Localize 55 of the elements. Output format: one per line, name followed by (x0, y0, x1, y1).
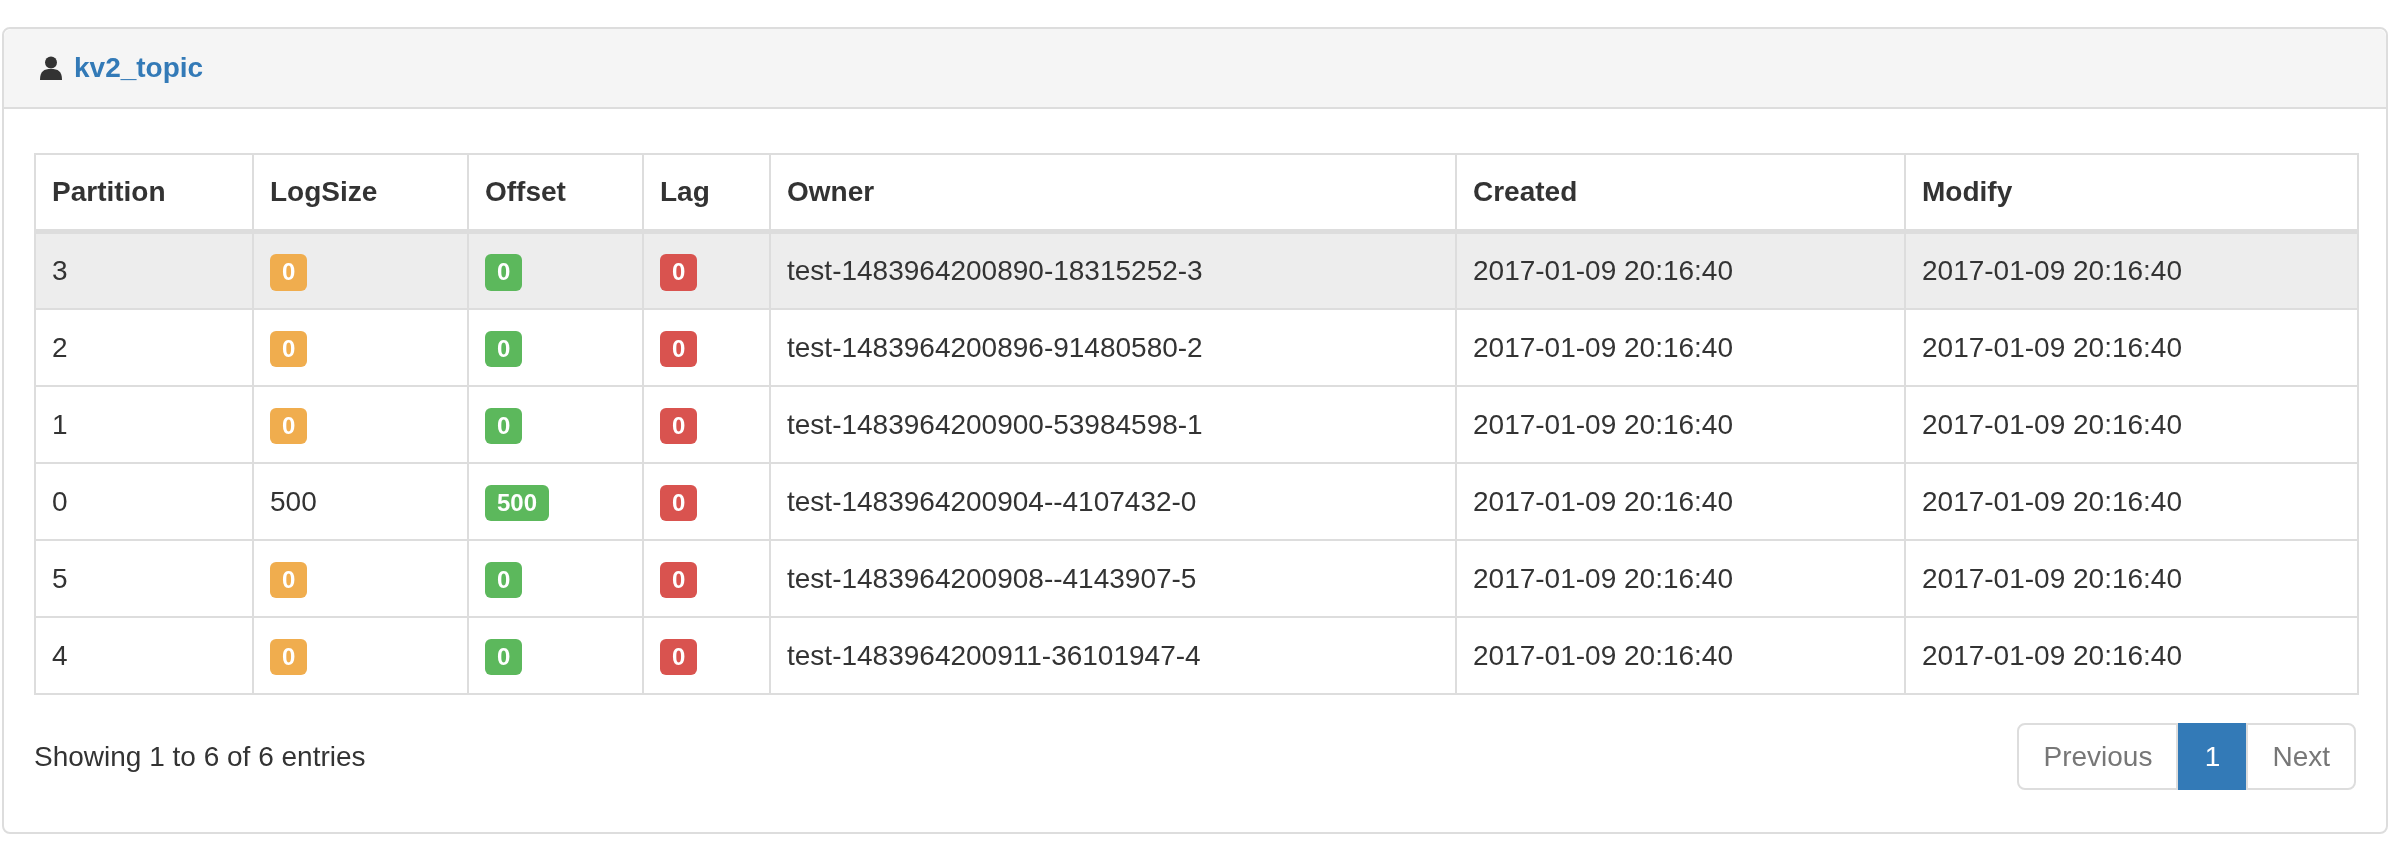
column-header: Lag (660, 176, 710, 207)
count-badge: 0 (660, 330, 698, 368)
table-cell: 2 (52, 331, 68, 363)
user-icon (40, 56, 62, 80)
count-badge: 0 (485, 407, 523, 445)
page-button[interactable]: 1 (2178, 723, 2247, 790)
count-badge: 0 (660, 561, 698, 599)
column-header: Offset (485, 176, 566, 207)
count-badge: 500 (485, 484, 550, 522)
table-cell: test-1483964200890-18315252-3 (787, 255, 1203, 286)
table-cell: 500 (270, 485, 317, 517)
entries-info: Showing 1 to 6 of 6 entries (34, 739, 366, 774)
table-cell: 5 (52, 562, 68, 594)
count-badge: 0 (270, 638, 308, 676)
table-cell: 0 (52, 485, 68, 517)
count-badge: 0 (485, 638, 523, 676)
column-header: Created (1473, 176, 1578, 207)
table-cell: test-1483964200911-36101947-4 (787, 639, 1201, 671)
table-cell: 2017-01-09 20:16:40 (1473, 639, 1733, 671)
table-cell: test-1483964200904--4107432-0 (787, 485, 1197, 517)
count-badge: 0 (485, 561, 523, 599)
table-cell: test-1483964200896-91480580-2 (787, 331, 1203, 363)
table-cell: 2017-01-09 20:16:40 (1922, 639, 2182, 671)
table-cell: 2017-01-09 20:16:40 (1922, 255, 2182, 286)
column-header: Modify (1922, 176, 2013, 207)
count-badge: 0 (660, 484, 698, 522)
count-badge: 0 (660, 254, 698, 291)
table-cell: 2017-01-09 20:16:40 (1922, 562, 2182, 594)
column-header: Partition (52, 176, 166, 207)
table-cell: 2017-01-09 20:16:40 (1473, 562, 1733, 594)
table-cell: test-1483964200908--4143907-5 (787, 562, 1197, 594)
count-badge: 0 (660, 407, 698, 445)
table-cell: 2017-01-09 20:16:40 (1473, 255, 1733, 286)
table-cell: 2017-01-09 20:16:40 (1473, 331, 1733, 363)
column-header: LogSize (270, 176, 378, 207)
count-badge: 0 (485, 330, 523, 368)
count-badge: 0 (485, 254, 523, 291)
count-badge: 0 (270, 407, 308, 445)
column-header: Owner (787, 176, 875, 207)
count-badge: 0 (270, 561, 308, 599)
table-cell: 2017-01-09 20:16:40 (1922, 331, 2182, 363)
count-badge: 0 (660, 638, 698, 676)
table-cell: 2017-01-09 20:16:40 (1473, 408, 1733, 440)
next-button[interactable]: Next (2246, 723, 2356, 790)
topic-link[interactable]: kv2_topic (74, 47, 204, 89)
count-badge: 0 (270, 330, 308, 368)
table-cell: 2017-01-09 20:16:40 (1922, 485, 2182, 517)
table-cell: test-1483964200900-53984598-1 (787, 408, 1203, 440)
previous-button[interactable]: Previous (2017, 723, 2179, 790)
table-cell: 2017-01-09 20:16:40 (1922, 408, 2182, 440)
count-badge: 0 (270, 254, 308, 291)
table-cell: 3 (52, 255, 68, 286)
table-cell: 1 (52, 408, 68, 440)
table-cell: 2017-01-09 20:16:40 (1473, 485, 1733, 517)
table-cell: 4 (52, 639, 68, 671)
